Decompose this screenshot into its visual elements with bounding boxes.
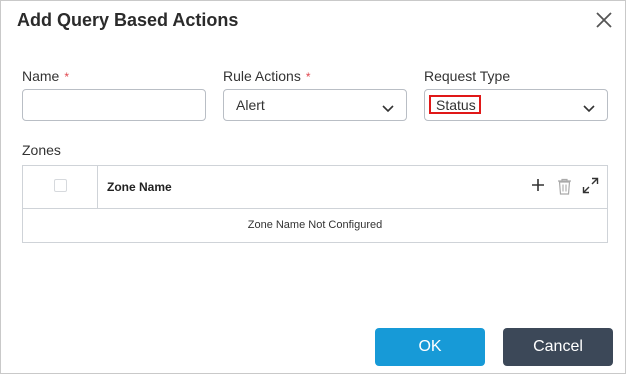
rule-actions-label-text: Rule Actions (223, 68, 301, 84)
empty-message: Zone Name Not Configured (247, 219, 383, 231)
rule-actions-value: Alert (236, 97, 265, 113)
chevron-down-icon (382, 100, 394, 118)
close-icon[interactable] (593, 9, 615, 31)
rule-actions-label: Rule Actions * (223, 68, 311, 84)
plus-icon[interactable] (531, 178, 545, 197)
select-all-checkbox[interactable] (54, 179, 67, 192)
add-query-dialog: Add Query Based Actions Name * Rule Actio… (0, 0, 626, 374)
zones-table: Zone Name Zone Name Not Configured (22, 165, 608, 243)
zone-name-header: Zone Name (107, 180, 172, 194)
required-mark: * (305, 70, 311, 84)
rule-actions-select[interactable]: Alert (223, 89, 407, 121)
request-type-value: Status (436, 97, 476, 113)
request-type-select[interactable]: Status (424, 89, 608, 121)
expand-icon[interactable] (582, 177, 599, 199)
name-input[interactable] (22, 89, 206, 121)
required-mark: * (64, 70, 70, 84)
ok-button[interactable]: OK (375, 328, 485, 366)
name-label: Name * (22, 68, 69, 84)
trash-icon[interactable] (557, 178, 572, 200)
request-type-label: Request Type (424, 68, 511, 84)
zones-label: Zones (22, 142, 61, 158)
dialog-title: Add Query Based Actions (17, 10, 239, 30)
highlight-box: Status (429, 95, 481, 114)
select-all-cell (23, 166, 98, 208)
table-header: Zone Name (23, 166, 607, 209)
cancel-button[interactable]: Cancel (503, 328, 613, 366)
name-label-text: Name (22, 68, 60, 84)
chevron-down-icon (583, 100, 595, 118)
